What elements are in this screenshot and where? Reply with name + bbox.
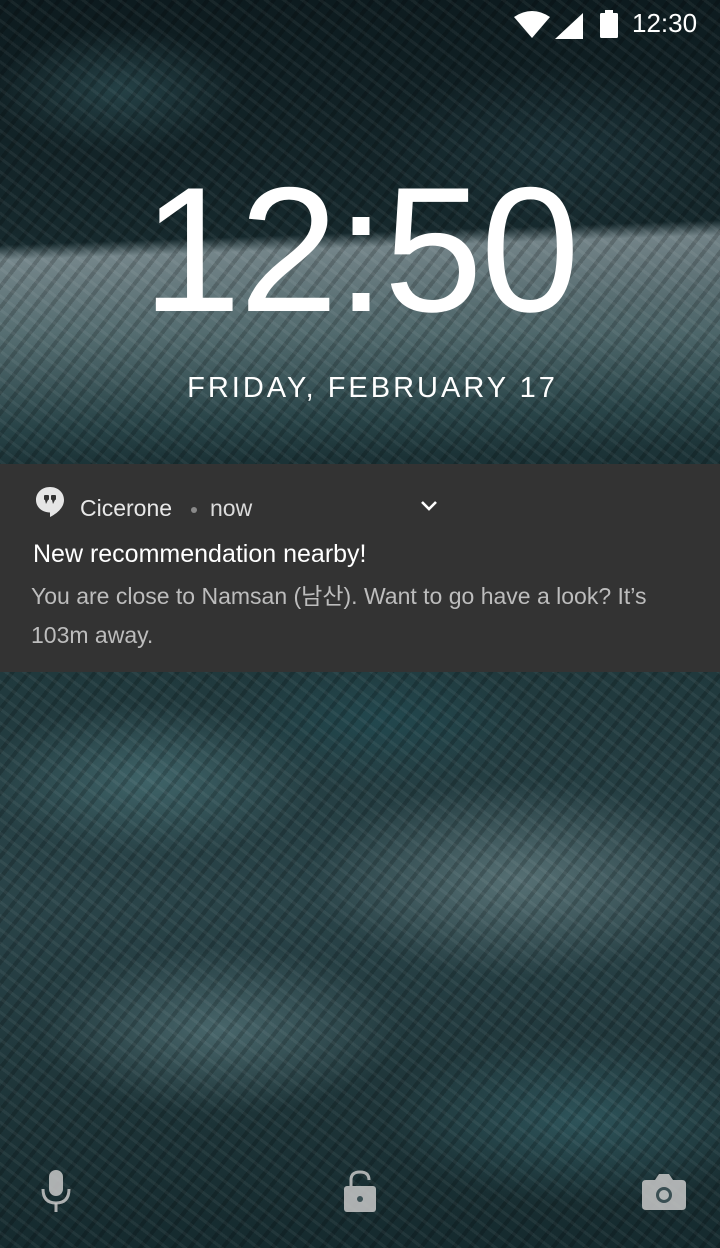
notification-title: New recommendation nearby! — [33, 540, 367, 568]
notification-separator-dot — [191, 507, 197, 513]
camera-icon[interactable] — [642, 1174, 686, 1210]
lock-clock: 12:50 — [142, 150, 579, 349]
status-time: 12:30 — [632, 8, 698, 38]
mic-icon[interactable] — [40, 1170, 72, 1212]
quote-bubble-icon — [36, 487, 64, 517]
battery-icon — [600, 10, 618, 38]
wifi-icon — [514, 11, 550, 38]
signal-icon — [555, 13, 583, 39]
notification-time: now — [210, 495, 253, 521]
status-bar: 12:30 — [0, 0, 720, 48]
lock-icon[interactable] — [342, 1168, 378, 1212]
lock-date: FRIDAY, FEBRUARY 17 — [187, 372, 558, 404]
notification-body: You are close to Namsan (남산). Want to go… — [31, 583, 647, 648]
chevron-down-icon[interactable] — [419, 498, 439, 514]
notification-app-name: Cicerone — [80, 495, 173, 521]
